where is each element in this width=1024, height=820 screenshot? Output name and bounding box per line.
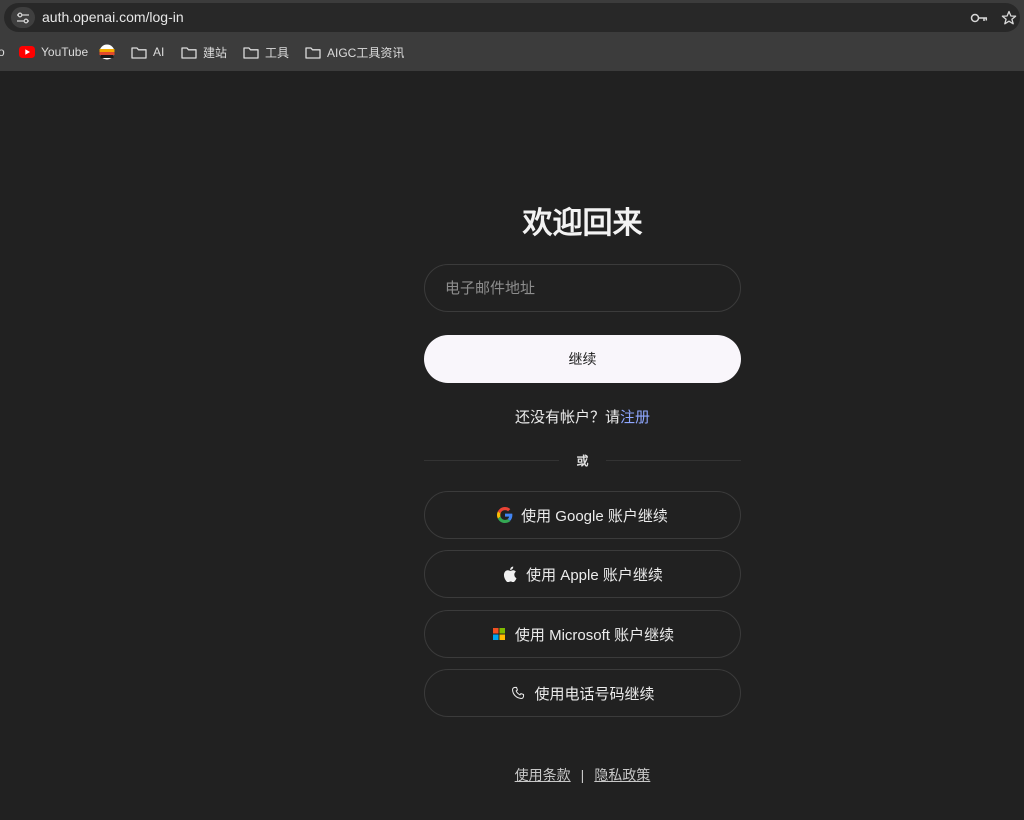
microsoft-login-label: 使用 Microsoft 账户继续	[514, 626, 675, 644]
email-field[interactable]	[424, 264, 741, 312]
site-favicon-icon	[99, 44, 115, 60]
privacy-link[interactable]: 隐私政策	[594, 767, 650, 783]
url-text[interactable]: auth.openai.com/log-in	[42, 9, 184, 25]
address-bar[interactable]: auth.openai.com/log-in	[4, 3, 1020, 32]
phone-login-button[interactable]: 使用电话号码继续	[424, 669, 741, 717]
site-info-icon[interactable]	[11, 7, 35, 28]
footer-separator: |	[580, 767, 585, 783]
microsoft-login-button[interactable]: 使用 Microsoft 账户继续	[424, 610, 741, 658]
microsoft-icon	[491, 626, 507, 642]
bookmark-label: 工具	[265, 45, 290, 60]
continue-button[interactable]: 继续	[424, 335, 741, 383]
phone-icon	[510, 685, 526, 701]
page-title: 欢迎回来	[522, 207, 643, 240]
bookmark-youtube[interactable]: YouTube	[19, 43, 88, 61]
bookmark-cut-off[interactable]: o	[0, 43, 5, 61]
bookmark-favicon[interactable]	[99, 43, 115, 61]
bookmark-folder-jianzhan[interactable]: 建站	[181, 43, 227, 61]
youtube-icon	[19, 46, 35, 58]
bookmark-folder-aigc[interactable]: AIGC工具资讯	[305, 43, 404, 61]
folder-icon	[181, 46, 197, 59]
bookmark-label: YouTube	[41, 45, 89, 59]
browser-toolbar: auth.openai.com/log-in o YouTube AI 建站 工…	[0, 0, 1024, 71]
folder-icon	[131, 46, 147, 59]
bookmark-label: AIGC工具资讯	[327, 45, 405, 60]
signup-prompt: 还没有帐户？请注册	[424, 406, 741, 427]
footer-links: 使用条款 | 隐私政策	[424, 765, 741, 785]
phone-login-label: 使用电话号码继续	[534, 685, 655, 703]
no-account-text: 还没有帐户？请	[514, 409, 620, 426]
password-key-icon[interactable]	[970, 10, 988, 26]
bookmark-folder-gongju[interactable]: 工具	[243, 43, 289, 61]
folder-icon	[305, 46, 321, 59]
apple-icon	[502, 566, 518, 582]
google-login-button[interactable]: 使用 Google 账户继续	[424, 491, 741, 539]
login-page: 欢迎回来 继续 还没有帐户？请注册 或 使用 Google 账户继续 使用 Ap	[0, 71, 1024, 820]
signup-link[interactable]: 注册	[620, 409, 650, 426]
terms-link[interactable]: 使用条款	[515, 767, 571, 783]
bookmarks-bar: o YouTube AI 建站 工具 AIGC工具资讯	[0, 38, 1024, 66]
apple-login-button[interactable]: 使用 Apple 账户继续	[424, 550, 741, 598]
divider-line	[606, 460, 741, 461]
or-divider: 或	[424, 451, 741, 469]
folder-icon	[243, 46, 259, 59]
apple-login-label: 使用 Apple 账户继续	[526, 566, 663, 584]
bookmark-label: AI	[153, 45, 165, 59]
google-login-label: 使用 Google 账户继续	[521, 507, 668, 525]
bookmark-folder-ai[interactable]: AI	[131, 43, 164, 61]
google-icon	[497, 507, 513, 523]
bookmark-label: 建站	[203, 45, 228, 60]
bookmark-star-icon[interactable]	[1000, 10, 1018, 26]
